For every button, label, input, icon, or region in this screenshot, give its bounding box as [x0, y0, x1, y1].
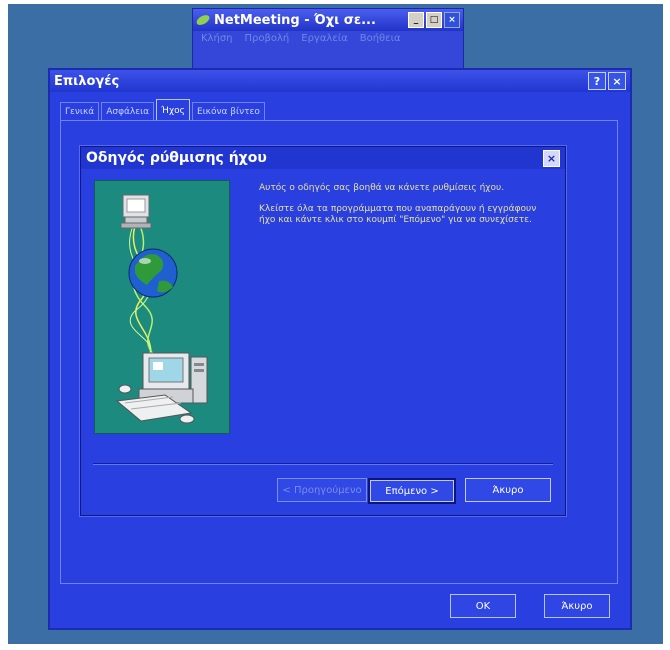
wizard-titlebar[interactable]: Οδηγός ρύθμισης ήχου ×: [81, 147, 565, 169]
options-tabs: Γενικά Ασφάλεια Ήχος Εικόνα βίντεο: [60, 99, 267, 121]
tab-audio[interactable]: Ήχος: [156, 99, 190, 121]
ok-button[interactable]: OK: [450, 594, 516, 618]
wizard-paragraph-instructions: Κλείστε όλα τα προγράμματα που αναπαράγο…: [259, 204, 537, 225]
menu-item-help[interactable]: Βοήθεια: [360, 33, 401, 44]
menu-item-call[interactable]: Κλήση: [201, 33, 233, 44]
menu-item-tools[interactable]: Εργαλεία: [301, 33, 347, 44]
wizard-separator: [93, 463, 553, 465]
tab-video[interactable]: Εικόνα βίντεο: [191, 102, 265, 121]
options-title: Επιλογές: [54, 73, 120, 89]
netmeeting-menubar: Κλήση Προβολή Εργαλεία Βοήθεια: [193, 31, 463, 46]
options-cancel-button[interactable]: Άκυρο: [544, 594, 610, 618]
next-button[interactable]: Επόμενο >: [368, 478, 456, 504]
menu-item-view[interactable]: Προβολή: [245, 33, 290, 44]
wizard-title: Οδηγός ρύθμισης ήχου: [86, 150, 267, 166]
tab-security[interactable]: Ασφάλεια: [101, 102, 155, 121]
help-button[interactable]: ?: [588, 72, 606, 90]
netmeeting-window: NetMeeting - Όχι σε... _ □ × Κλήση Προβο…: [192, 8, 464, 70]
tab-general[interactable]: Γενικά: [60, 102, 100, 121]
wizard-description: Αυτός ο οδηγός σας βοηθά να κάνετε ρυθμί…: [259, 183, 539, 236]
wizard-cancel-button[interactable]: Άκυρο: [465, 478, 551, 502]
back-button[interactable]: < Προηγούμενο: [277, 478, 367, 502]
options-close-button[interactable]: ×: [608, 72, 626, 90]
computer-network-icon: [115, 194, 208, 424]
audio-tuning-wizard: Οδηγός ρύθμισης ήχου × Αυτός ο οδηγός σα…: [80, 146, 566, 516]
minimize-button[interactable]: _: [408, 12, 424, 28]
wizard-paragraph-intro: Αυτός ο οδηγός σας βοηθά να κάνετε ρυθμί…: [259, 183, 505, 193]
netmeeting-titlebar[interactable]: NetMeeting - Όχι σε... _ □ ×: [193, 9, 463, 31]
netmeeting-close-button[interactable]: ×: [444, 12, 460, 28]
netmeeting-title: NetMeeting - Όχι σε...: [214, 12, 376, 28]
options-titlebar[interactable]: Επιλογές ? ×: [50, 70, 630, 92]
maximize-button[interactable]: □: [426, 12, 442, 28]
netmeeting-logo-icon: [196, 13, 210, 27]
wizard-illustration: [94, 180, 230, 434]
wizard-close-button[interactable]: ×: [543, 149, 560, 167]
